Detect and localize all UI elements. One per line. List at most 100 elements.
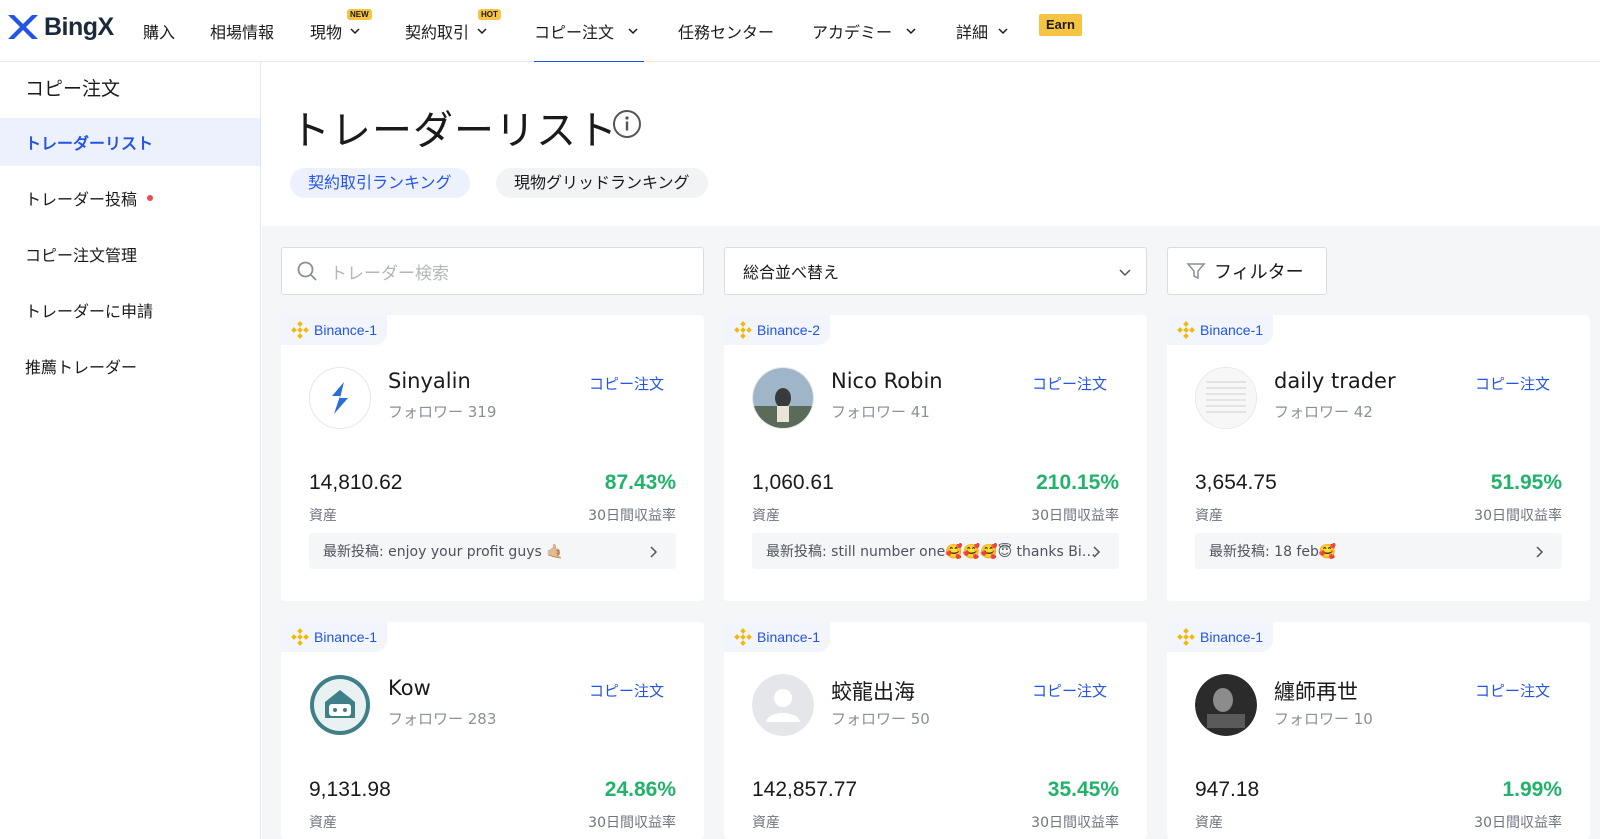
asset-label: 資産: [309, 508, 337, 524]
nav-copy-trading[interactable]: コピー注文: [534, 0, 644, 63]
trader-name[interactable]: Kow: [388, 676, 431, 700]
nav-academy[interactable]: アカデミー: [812, 0, 916, 62]
roi-label: 30日間収益率: [1031, 508, 1119, 524]
sort-select[interactable]: 総合並べ替え: [724, 247, 1147, 295]
binance-icon: [1177, 321, 1195, 339]
hot-badge: HOT: [478, 9, 501, 20]
chevron-down-icon: [628, 28, 638, 35]
copy-trade-button[interactable]: コピー注文: [589, 373, 664, 394]
sidebar: コピー注文 トレーダーリスト トレーダー投稿 コピー注文管理 トレーダーに申請 …: [0, 62, 261, 839]
trader-card[interactable]: Binance-2 Nico Robin フォロワー 41 コピー注文 1,06…: [724, 315, 1147, 601]
exchange-tag: Binance-1: [1167, 622, 1274, 652]
copy-trade-button[interactable]: コピー注文: [1475, 373, 1550, 394]
roi-value: 35.45%: [1047, 778, 1119, 801]
nav-markets[interactable]: 相場情報: [210, 0, 274, 62]
binance-icon: [291, 321, 309, 339]
nav-copy-trading-label: コピー注文: [534, 23, 615, 42]
asset-value: 9,131.98: [309, 778, 391, 801]
asset-value: 14,810.62: [309, 471, 403, 494]
sidebar-item-recommended[interactable]: 推薦トレーダー: [0, 342, 260, 390]
copy-trade-button[interactable]: コピー注文: [1032, 373, 1107, 394]
avatar[interactable]: [309, 674, 371, 736]
chevron-right-icon: [650, 546, 658, 558]
trader-name[interactable]: Nico Robin: [831, 369, 943, 393]
roi-value: 24.86%: [604, 778, 676, 801]
latest-post[interactable]: 最新投稿: enjoy your profit guys 🤙🏼: [309, 533, 676, 569]
trader-photo-icon: [753, 368, 813, 428]
roi-label: 30日間収益率: [588, 508, 676, 524]
follower-count: フォロワー 41: [831, 403, 930, 421]
portrait-photo-icon: [1195, 674, 1257, 736]
filter-label: フィルター: [1214, 262, 1304, 283]
roi-value: 51.95%: [1490, 471, 1562, 494]
trader-name[interactable]: 纏師再世: [1274, 676, 1358, 706]
roi-value: 210.15%: [1036, 471, 1119, 494]
chevron-down-icon: [477, 28, 487, 35]
follower-count: フォロワー 283: [388, 710, 497, 728]
info-icon[interactable]: [612, 109, 642, 139]
binance-icon: [1177, 628, 1195, 646]
exchange-tag: Binance-1: [281, 622, 388, 652]
notification-dot: [147, 195, 154, 201]
asset-value: 947.18: [1195, 778, 1260, 801]
follower-count: フォロワー 42: [1274, 403, 1373, 421]
nav-futures[interactable]: 契約取引: [405, 0, 487, 62]
trader-card[interactable]: Binance-1 纏師再世 フォロワー 10 コピー注文 947.18 資産 …: [1167, 622, 1590, 839]
bingx-logo-icon: [8, 15, 38, 39]
filter-button[interactable]: フィルター: [1167, 247, 1327, 295]
asset-value: 1,060.61: [752, 471, 834, 494]
tab-spot-grid-ranking[interactable]: 現物グリッドランキング: [496, 168, 708, 198]
earn-badge[interactable]: Earn: [1039, 14, 1082, 36]
sidebar-item-label: 推薦トレーダー: [25, 358, 138, 377]
nav-more-label: 詳細: [956, 23, 989, 42]
tab-futures-ranking[interactable]: 契約取引ランキング: [290, 168, 470, 198]
nav-buy[interactable]: 購入: [143, 0, 175, 62]
roi-label: 30日間収益率: [1474, 508, 1562, 524]
sidebar-item-trader-list[interactable]: トレーダーリスト: [0, 118, 260, 166]
exchange-tag-label: Binance-2: [757, 322, 821, 338]
trader-name[interactable]: Sinyalin: [388, 369, 471, 393]
roi-label: 30日間収益率: [1031, 815, 1119, 831]
default-user-icon: [752, 674, 814, 736]
trader-card[interactable]: Binance-1 Sinyalin フォロワー 319 コピー注文 14,81…: [281, 315, 704, 601]
trader-card[interactable]: Binance-1 daily trader フォロワー 42 コピー注文 3,…: [1167, 315, 1590, 601]
binance-icon: [734, 321, 752, 339]
trader-logo-icon: [332, 382, 348, 414]
copy-trade-button[interactable]: コピー注文: [589, 680, 664, 701]
trader-card[interactable]: Binance-1 蛟龍出海 フォロワー 50 コピー注文 142,857.77…: [724, 622, 1147, 839]
trader-card[interactable]: Binance-1 Kow フォロワー 283 コピー注文 9,131.98 資…: [281, 622, 704, 839]
avatar[interactable]: [309, 367, 371, 429]
latest-post[interactable]: 最新投稿: 18 feb🥰: [1195, 533, 1562, 569]
bingx-logo[interactable]: BingX: [6, 12, 114, 42]
exchange-tag-label: Binance-1: [314, 629, 378, 645]
avatar[interactable]: [752, 674, 814, 736]
sidebar-item-apply-trader[interactable]: トレーダーに申請: [0, 286, 260, 334]
chevron-down-icon: [1119, 269, 1131, 277]
roi-label: 30日間収益率: [1474, 815, 1562, 831]
trader-name[interactable]: 蛟龍出海: [831, 676, 915, 706]
trader-name[interactable]: daily trader: [1274, 369, 1396, 393]
roi-label: 30日間収益率: [588, 815, 676, 831]
avatar[interactable]: [752, 367, 814, 429]
asset-label: 資産: [752, 815, 780, 831]
sidebar-item-copy-management[interactable]: コピー注文管理: [0, 230, 260, 278]
brand-name: BingX: [44, 12, 114, 41]
exchange-tag-label: Binance-1: [1200, 629, 1264, 645]
nav-academy-label: アカデミー: [812, 23, 893, 42]
follower-count: フォロワー 50: [831, 710, 930, 728]
avatar[interactable]: [1195, 674, 1257, 736]
sidebar-item-trader-posts[interactable]: トレーダー投稿: [0, 174, 260, 222]
latest-post[interactable]: 最新投稿: still number one🥰🥰🥰😇 thanks Bi…: [752, 533, 1119, 569]
latest-post-text: 最新投稿: still number one🥰🥰🥰😇 thanks Bi…: [766, 544, 1096, 560]
roi-value: 87.43%: [604, 471, 676, 494]
avatar[interactable]: [1195, 367, 1257, 429]
nav-more[interactable]: 詳細: [956, 0, 1008, 62]
top-navigation: BingX 購入 相場情報 現物 NEW 契約取引 HOT コピー注文 任務セン…: [0, 0, 1600, 63]
new-badge: NEW: [347, 9, 372, 20]
nav-task-center[interactable]: 任務センター: [678, 0, 774, 62]
copy-trade-button[interactable]: コピー注文: [1032, 680, 1107, 701]
asset-value: 3,654.75: [1195, 471, 1277, 494]
nav-task-center-label: 任務センター: [678, 23, 775, 42]
trader-search-input[interactable]: トレーダー検索: [281, 247, 704, 295]
copy-trade-button[interactable]: コピー注文: [1475, 680, 1550, 701]
